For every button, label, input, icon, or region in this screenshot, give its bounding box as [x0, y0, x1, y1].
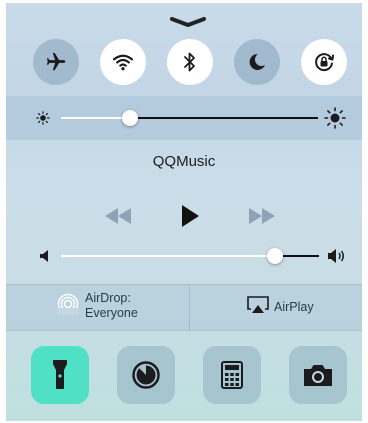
shortcut-row	[6, 346, 362, 404]
fast-forward-icon[interactable]	[248, 207, 276, 225]
chevron-down-icon[interactable]	[168, 16, 208, 28]
sun-large-icon	[324, 107, 346, 129]
do-not-disturb-toggle[interactable]	[234, 39, 280, 85]
speaker-high-icon	[328, 249, 344, 263]
rotation-lock-icon	[315, 53, 334, 72]
flashlight-button[interactable]	[31, 346, 89, 404]
sun-small-icon	[36, 111, 50, 125]
airplane-mode-toggle[interactable]	[33, 39, 79, 85]
flashlight-icon	[53, 360, 67, 389]
airdrop-icon	[57, 293, 79, 315]
toggle-row	[33, 39, 347, 85]
now-playing-title: QQMusic	[152, 153, 216, 170]
wifi-icon	[112, 54, 134, 71]
brightness-fill	[61, 117, 130, 119]
volume-slider[interactable]	[61, 248, 319, 264]
brightness-track	[130, 117, 318, 119]
calculator-button[interactable]	[203, 346, 261, 404]
airdrop-status: Everyone	[85, 306, 138, 320]
timer-icon	[132, 361, 160, 389]
bluetooth-toggle[interactable]	[167, 39, 213, 85]
airplay-label: AirPlay	[274, 300, 314, 314]
camera-icon	[304, 365, 332, 386]
control-center: QQMusic AirDrop: Everyone AirPlay	[6, 3, 362, 421]
playback-controls	[6, 201, 362, 231]
speaker-low-icon	[40, 250, 48, 262]
sharing-separator	[189, 286, 190, 330]
rotation-lock-toggle[interactable]	[301, 39, 347, 85]
volume-fill	[61, 255, 275, 257]
moon-icon	[249, 53, 265, 70]
play-icon[interactable]	[180, 204, 200, 228]
timer-button[interactable]	[117, 346, 175, 404]
divider-bottom	[6, 330, 362, 331]
divider-top	[6, 284, 362, 285]
volume-knob[interactable]	[267, 248, 283, 264]
airdrop-label: AirDrop: Everyone	[85, 291, 138, 321]
brightness-section	[6, 96, 362, 140]
airdrop-title: AirDrop:	[85, 291, 131, 305]
wifi-toggle[interactable]	[100, 39, 146, 85]
brightness-slider[interactable]	[61, 110, 318, 126]
camera-button[interactable]	[289, 346, 347, 404]
airplane-icon	[46, 52, 66, 71]
brightness-knob[interactable]	[122, 110, 138, 126]
airplay-icon	[247, 296, 269, 313]
rewind-icon[interactable]	[104, 207, 132, 225]
calculator-icon	[221, 361, 243, 389]
bluetooth-icon	[184, 52, 195, 72]
